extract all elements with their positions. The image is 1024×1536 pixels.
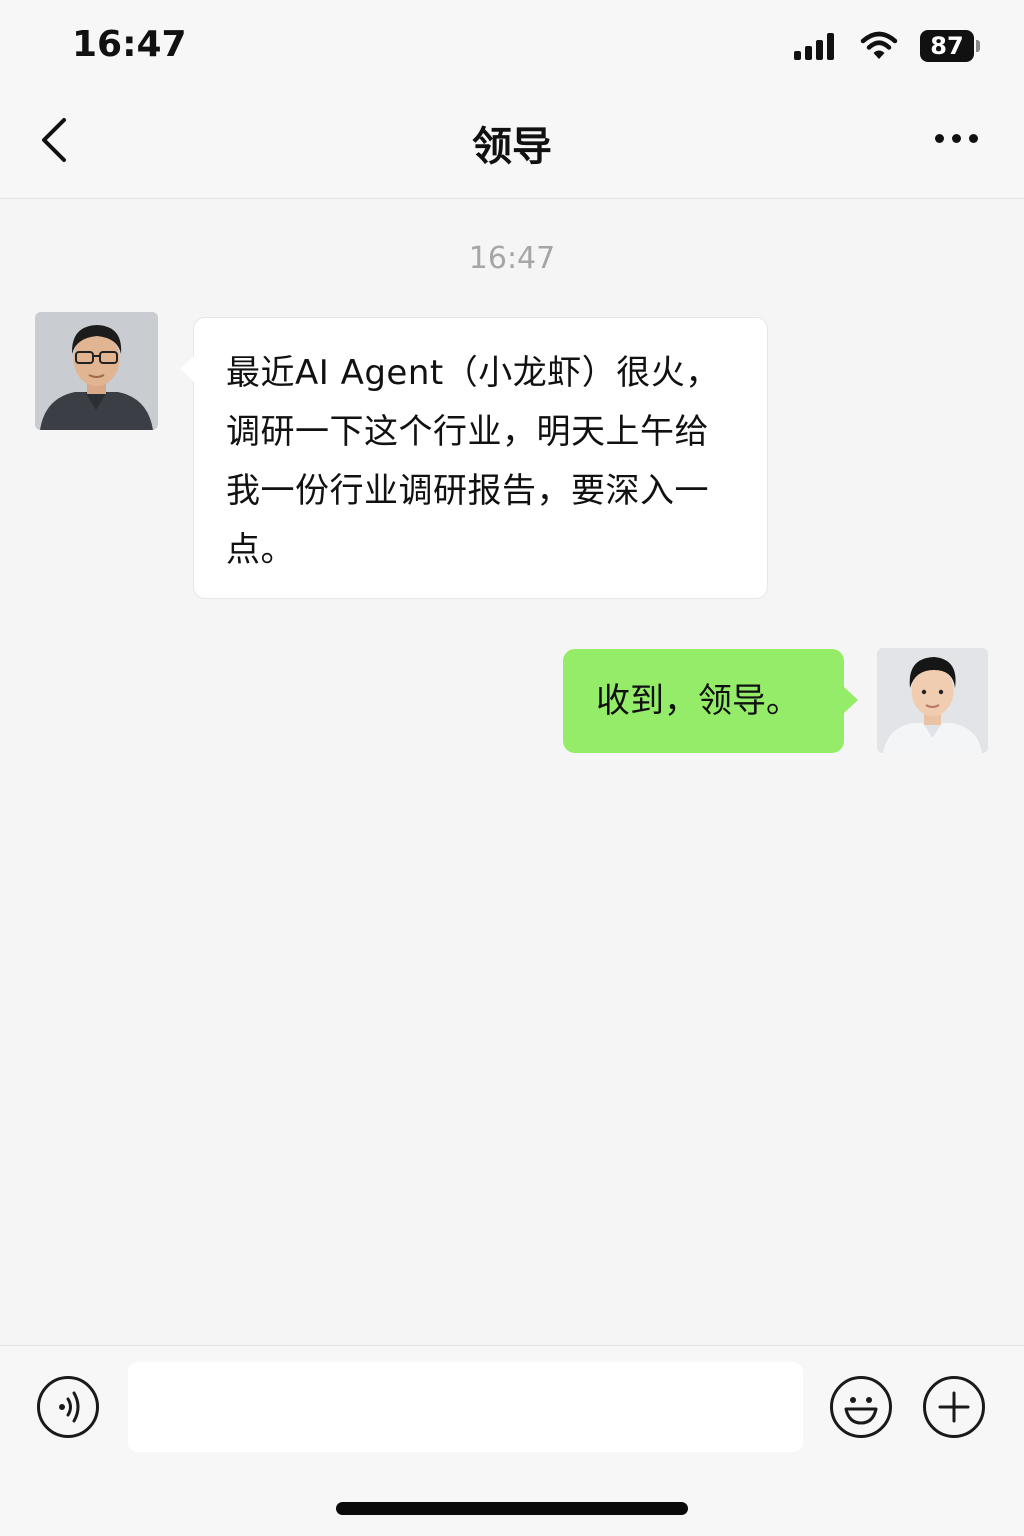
my-avatar-image xyxy=(877,648,988,753)
status-time: 16:47 xyxy=(72,24,187,65)
signal-icon xyxy=(794,32,838,60)
nav-bar: 领导 xyxy=(0,92,1024,199)
leader-avatar[interactable] xyxy=(35,312,158,430)
my-avatar[interactable] xyxy=(877,648,988,753)
status-icons: 87 xyxy=(794,28,980,64)
battery-level: 87 xyxy=(930,32,964,60)
wifi-icon xyxy=(860,31,898,59)
status-bar: 16:47 87 xyxy=(0,0,1024,92)
outgoing-message-bubble[interactable]: 收到，领导。 xyxy=(563,649,858,753)
voice-icon[interactable] xyxy=(37,1376,99,1438)
battery-icon: 87 xyxy=(920,30,980,62)
message-input[interactable] xyxy=(128,1362,803,1452)
outgoing-message-text: 收到，领导。 xyxy=(596,681,800,721)
chat-screen: 16:47 87 领导 16:47 最近AI Agent（小龙虾）很火，调研一下… xyxy=(0,0,1024,1536)
emoji-icon[interactable] xyxy=(830,1376,892,1438)
input-bar xyxy=(0,1345,1024,1536)
incoming-message-text: 最近AI Agent（小龙虾）很火，调研一下这个行业，明天上午给我一份行业调研报… xyxy=(226,353,720,570)
message-timestamp: 16:47 xyxy=(468,241,556,276)
leader-avatar-image xyxy=(35,312,158,430)
chat-messages[interactable]: 16:47 最近AI Agent（小龙虾）很火，调研一下这个行业，明天上午给我一… xyxy=(0,199,1024,1345)
incoming-message-bubble[interactable]: 最近AI Agent（小龙虾）很火，调研一下这个行业，明天上午给我一份行业调研报… xyxy=(180,317,768,599)
more-dots-icon[interactable] xyxy=(927,134,978,143)
chat-title: 领导 xyxy=(472,124,552,170)
home-indicator[interactable] xyxy=(336,1502,688,1515)
plus-icon[interactable] xyxy=(923,1376,985,1438)
